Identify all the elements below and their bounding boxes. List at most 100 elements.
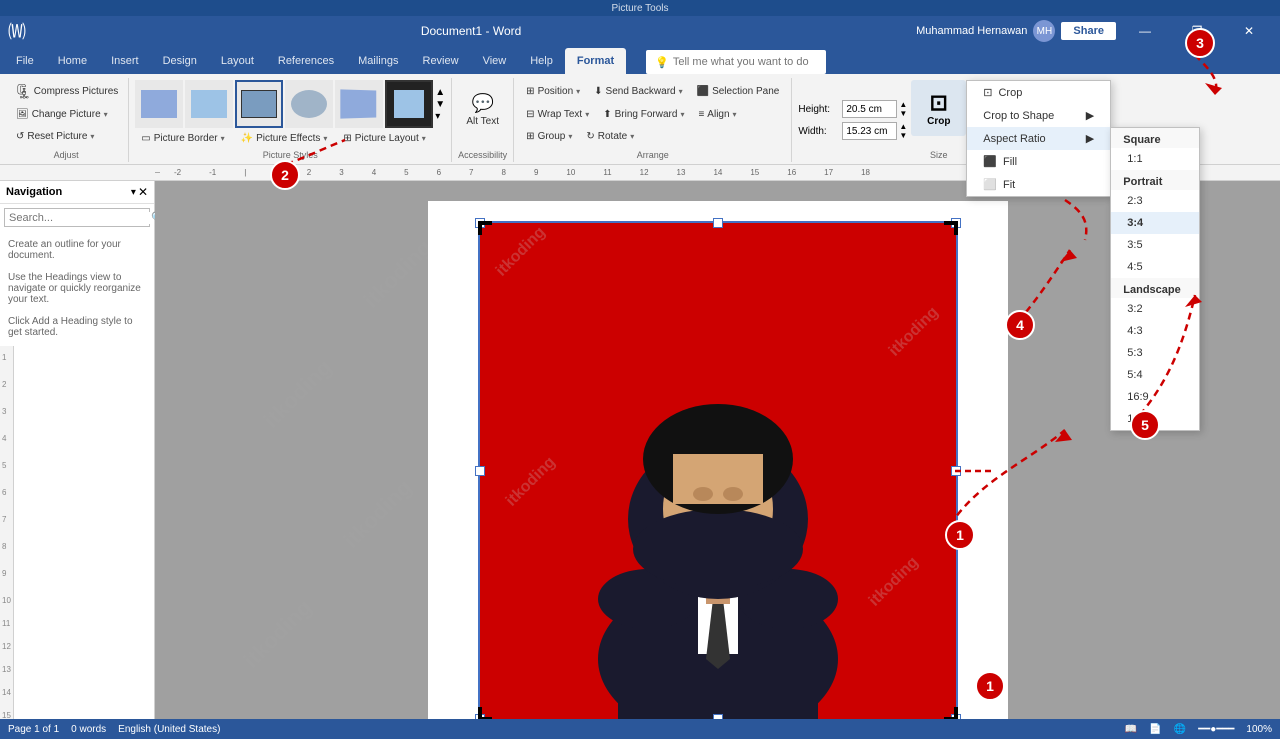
watermark-2: itkoding (258, 355, 337, 434)
selected-image[interactable]: itkoding itkoding itkoding itkoding (478, 221, 958, 719)
tab-references[interactable]: References (266, 48, 346, 74)
compress-pictures-button[interactable]: 🗜 Compress Pictures (10, 82, 122, 101)
ratio-5-4[interactable]: 5:4 (1111, 364, 1199, 386)
crop-to-shape-item[interactable]: Crop to Shape ▶ (967, 104, 1110, 127)
width-input[interactable] (842, 122, 897, 140)
nav-pane-header: Navigation ▾ ✕ (0, 181, 154, 204)
restore-button[interactable]: ❐ (1174, 16, 1220, 46)
nav-search-input[interactable] (9, 212, 151, 224)
tab-insert[interactable]: Insert (99, 48, 151, 74)
view-mode-read[interactable]: 📖 (1125, 724, 1137, 735)
send-backward-button[interactable]: ⬇ Send Backward ▾ (588, 81, 688, 101)
crop-handle-tl[interactable] (478, 221, 492, 235)
height-down[interactable]: ▼ (899, 109, 907, 118)
page-info: Page 1 of 1 (8, 724, 59, 735)
nav-pane-close-btn[interactable]: ✕ (138, 185, 148, 199)
wrap-text-button[interactable]: ⊟ Wrap Text ▾ (520, 104, 595, 124)
crop-menu-crop[interactable]: ⊡ Crop (967, 81, 1110, 104)
zoom-slider[interactable]: ━━●━━━ (1198, 724, 1234, 735)
style-thumb-6[interactable] (385, 80, 433, 128)
group-chevron: ▾ (568, 132, 572, 141)
tell-me-box[interactable]: 💡 (646, 50, 826, 74)
pic-border-chevron: ▾ (221, 134, 225, 143)
position-button[interactable]: ⊞ Position ▾ (520, 81, 586, 101)
fill-icon: ⬛ (983, 155, 997, 168)
styles-scroll-down[interactable]: ▼ (435, 99, 445, 110)
height-input[interactable] (842, 100, 897, 118)
crop-handle-bl[interactable] (478, 707, 492, 719)
handle-middle-right[interactable] (951, 466, 961, 476)
tab-review[interactable]: Review (411, 48, 471, 74)
tab-format[interactable]: Format (565, 48, 626, 74)
group-button[interactable]: ⊞ Group ▾ (520, 127, 578, 147)
width-up[interactable]: ▲ (899, 122, 907, 131)
view-mode-web[interactable]: 🌐 (1174, 724, 1186, 735)
tab-layout[interactable]: Layout (209, 48, 266, 74)
nav-search-box[interactable]: 🔍 (4, 208, 150, 227)
crop-button[interactable]: ⊡ Crop (911, 80, 966, 136)
arrange-top-row: ⊞ Position ▾ ⬇ Send Backward ▾ ⬛ Selecti… (520, 80, 785, 103)
tab-help[interactable]: Help (518, 48, 565, 74)
share-button[interactable]: Share (1061, 22, 1116, 40)
style-thumb-1[interactable] (135, 80, 183, 128)
tab-design[interactable]: Design (151, 48, 209, 74)
style-thumb-5[interactable] (335, 80, 383, 128)
document-page: itkoding itkoding itkoding itkoding (428, 201, 1008, 719)
ratio-1-1[interactable]: 1:1 (1111, 148, 1199, 170)
style-thumb-2[interactable] (185, 80, 233, 128)
handle-middle-left[interactable] (475, 466, 485, 476)
close-button[interactable]: ✕ (1226, 16, 1272, 46)
crop-handle-tr[interactable] (944, 221, 958, 235)
handle-bottom-center[interactable] (713, 714, 723, 719)
tab-home[interactable]: Home (46, 48, 99, 74)
height-up[interactable]: ▲ (899, 100, 907, 109)
ratio-4-3[interactable]: 4:3 (1111, 320, 1199, 342)
ratio-2-3[interactable]: 2:3 (1111, 190, 1199, 212)
picture-layout-button[interactable]: ⊞ Picture Layout ▾ (337, 128, 431, 148)
avatar: MH (1033, 20, 1055, 42)
alt-text-icon: 💬 (471, 93, 493, 114)
width-down[interactable]: ▼ (899, 131, 907, 140)
ratio-3-5[interactable]: 3:5 (1111, 234, 1199, 256)
nav-pane-menu[interactable]: ▾ (131, 187, 136, 198)
main-content: Navigation ▾ ✕ 🔍 Create an outline for y… (0, 181, 1280, 719)
styles-more[interactable]: ▾ (435, 111, 445, 122)
image-background: itkoding itkoding itkoding itkoding (480, 223, 956, 719)
ratio-5-3[interactable]: 5:3 (1111, 342, 1199, 364)
tab-mailings[interactable]: Mailings (346, 48, 410, 74)
ratio-4-5[interactable]: 4:5 (1111, 256, 1199, 278)
bring-forward-button[interactable]: ⬆ Bring Forward ▾ (597, 104, 690, 124)
minimize-button[interactable]: — (1122, 16, 1168, 46)
ratio-3-2[interactable]: 3:2 (1111, 298, 1199, 320)
reset-picture-button[interactable]: ↺ Reset Picture ▾ (10, 127, 100, 147)
pic-layout-icon: ⊞ (343, 133, 351, 144)
style-thumb-3[interactable] (235, 80, 283, 128)
alt-text-button[interactable]: 💬 Alt Text (458, 80, 507, 140)
ratio-3-4[interactable]: 3:4 (1111, 212, 1199, 234)
align-button[interactable]: ≡ Align ▾ (692, 104, 742, 124)
rotate-button[interactable]: ↻ Rotate ▾ (580, 127, 640, 147)
width-label: Width: (798, 126, 840, 137)
ratio-16-9[interactable]: 16:9 (1111, 386, 1199, 408)
tab-view[interactable]: View (471, 48, 519, 74)
selection-pane-button[interactable]: ⬛ Selection Pane (691, 81, 786, 101)
change-picture-button[interactable]: 🖼 Change Picture ▾ (10, 104, 114, 124)
fit-item[interactable]: ⬜ Fit (967, 173, 1110, 196)
view-mode-print[interactable]: 📄 (1149, 724, 1161, 735)
tell-me-input[interactable] (673, 56, 817, 68)
ratio-16-10[interactable]: 16:10 (1111, 408, 1199, 430)
aspect-ratio-item[interactable]: Aspect Ratio ▶ Square 1:1 Portrait 2:3 3… (967, 127, 1110, 150)
style-thumb-4[interactable] (285, 80, 333, 128)
crop-handle-br[interactable] (944, 707, 958, 719)
handle-top-center[interactable] (713, 218, 723, 228)
wrap-icon: ⊟ (526, 109, 534, 120)
picture-border-button[interactable]: ▭ Picture Border ▾ (135, 128, 230, 148)
status-bar: Page 1 of 1 0 words English (United Stat… (0, 719, 1280, 739)
person-svg (568, 239, 868, 719)
aspect-ratio-chevron: ▶ (1086, 132, 1094, 145)
picture-effects-button[interactable]: ✨ Picture Effects ▾ (235, 128, 334, 148)
styles-scroll-up[interactable]: ▲ (435, 87, 445, 98)
fill-item[interactable]: ⬛ Fill (967, 150, 1110, 173)
nav-ruler-area: 1 2 3 4 5 6 7 8 9 10 11 12 13 14 15 16 1… (0, 346, 154, 719)
tab-file[interactable]: File (4, 48, 46, 74)
